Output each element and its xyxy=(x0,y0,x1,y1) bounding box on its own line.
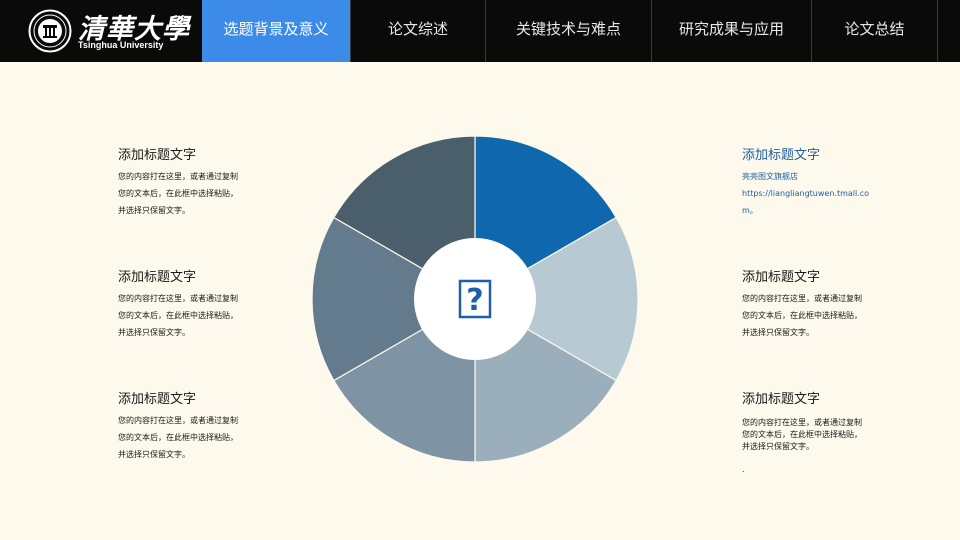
item-body-line: 您的文本后，在此框中选择粘贴， xyxy=(118,433,238,442)
icon-glyph: ? xyxy=(466,283,483,318)
item-body-line: 您的文本后，在此框中选择粘贴， xyxy=(118,311,238,320)
item-body: 您的内容打在这里，或者通过复制 您的文本后，在此框中选择粘贴， 并选择只保留文字… xyxy=(742,290,882,341)
item-body-line: 您的内容打在这里，或者通过复制 xyxy=(118,172,238,181)
item-body-line: 您的文本后，在此框中选择粘贴， xyxy=(742,430,862,439)
item-trailing-dot: . xyxy=(742,465,745,474)
item-body: 您的内容打在这里，或者通过复制 您的文本后，在此框中选择粘贴， 并选择只保留文字… xyxy=(742,417,882,476)
item-body-line: m。 xyxy=(742,206,758,215)
right-item-3: 添加标题文字 您的内容打在这里，或者通过复制 您的文本后，在此框中选择粘贴， 并… xyxy=(742,392,882,476)
item-body-line: 并选择只保留文字。 xyxy=(118,206,190,215)
item-body-line: 亮亮图文旗舰店 xyxy=(742,172,798,181)
item-body-line: 并选择只保留文字。 xyxy=(742,328,814,337)
left-item-2: 添加标题文字 您的内容打在这里，或者通过复制 您的文本后，在此框中选择粘贴， 并… xyxy=(118,270,258,341)
right-item-2: 添加标题文字 您的内容打在这里，或者通过复制 您的文本后，在此框中选择粘贴， 并… xyxy=(742,270,882,341)
item-body: 您的内容打在这里，或者通过复制 您的文本后，在此框中选择粘贴， 并选择只保留文字… xyxy=(118,412,258,463)
item-title: 添加标题文字 xyxy=(118,392,197,407)
store-link[interactable]: https://liangliangtuwen.tmall.co xyxy=(742,185,882,202)
item-body: 亮亮图文旗舰店 https://liangliangtuwen.tmall.co… xyxy=(742,168,882,219)
item-body-line: 您的内容打在这里，或者通过复制 xyxy=(118,416,238,425)
item-body-line: 您的内容打在这里，或者通过复制 xyxy=(742,294,862,303)
item-body-line: 并选择只保留文字。 xyxy=(118,450,190,459)
left-item-3: 添加标题文字 您的内容打在这里，或者通过复制 您的文本后，在此框中选择粘贴， 并… xyxy=(118,392,258,463)
item-title: 添加标题文字 xyxy=(118,270,197,285)
item-body-line: 您的内容打在这里，或者通过复制 xyxy=(118,294,238,303)
item-title: 添加标题文字 xyxy=(742,270,821,285)
item-title: 添加标题文字 xyxy=(742,392,821,407)
item-body-line: 您的内容打在这里，或者通过复制 xyxy=(742,418,862,427)
item-body-line: 并选择只保留文字。 xyxy=(118,328,190,337)
item-title: 添加标题文字 xyxy=(742,148,821,163)
item-body-line: 并选择只保留文字。 xyxy=(742,442,814,451)
left-item-1: 添加标题文字 您的内容打在这里，或者通过复制 您的文本后，在此框中选择粘贴， 并… xyxy=(118,148,258,219)
right-item-1: 添加标题文字 亮亮图文旗舰店 https://liangliangtuwen.t… xyxy=(742,148,882,219)
item-body-line: 您的文本后，在此框中选择粘贴， xyxy=(118,189,238,198)
item-body-line: 您的文本后，在此框中选择粘贴， xyxy=(742,311,862,320)
item-body: 您的内容打在这里，或者通过复制 您的文本后，在此框中选择粘贴， 并选择只保留文字… xyxy=(118,290,258,341)
item-body: 您的内容打在这里，或者通过复制 您的文本后，在此框中选择粘贴， 并选择只保留文字… xyxy=(118,168,258,219)
item-title: 添加标题文字 xyxy=(118,148,197,163)
